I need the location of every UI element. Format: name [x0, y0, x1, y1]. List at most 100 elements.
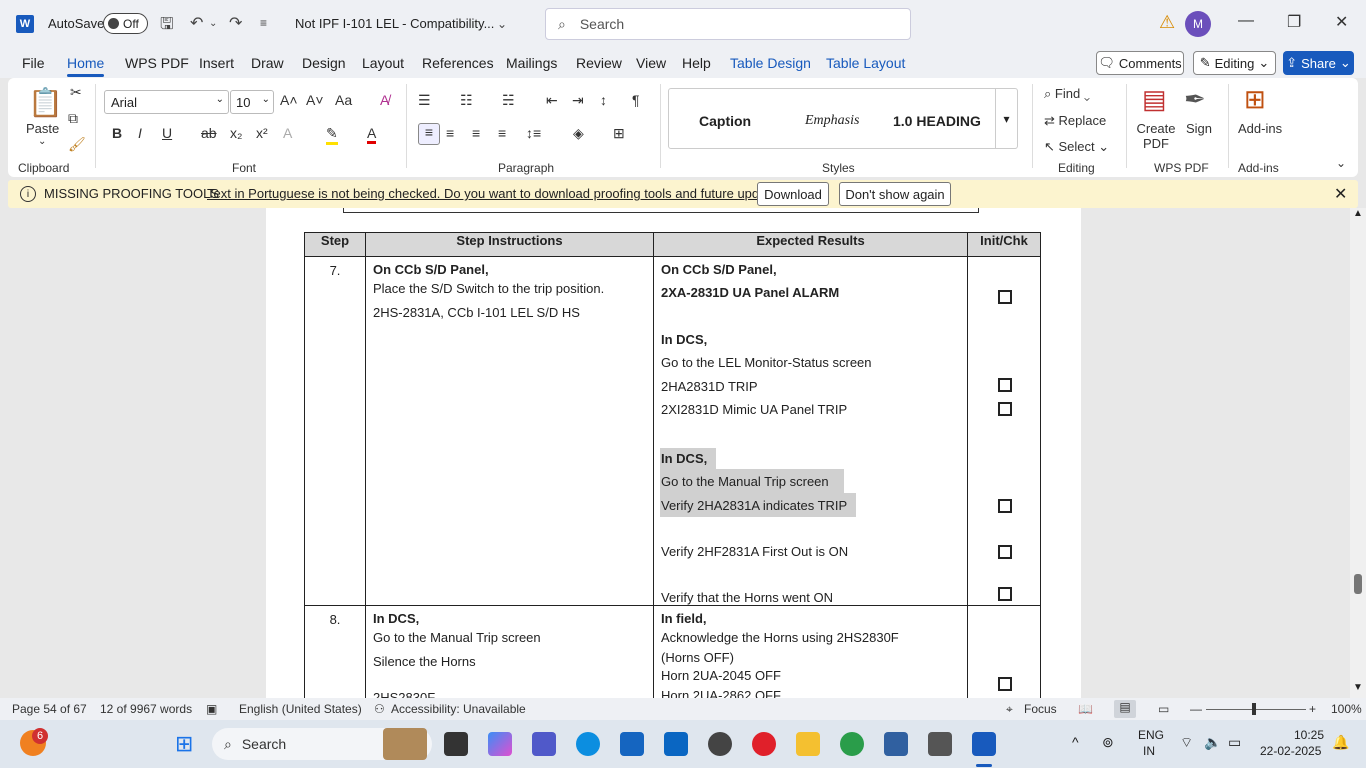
focus-icon[interactable]: ⌖: [1006, 702, 1013, 717]
network-app-icon[interactable]: ⊚: [1102, 734, 1114, 751]
word-taskbar-icon[interactable]: [972, 732, 996, 756]
font-color-icon[interactable]: A: [367, 125, 377, 144]
decrease-indent-icon[interactable]: ⇤: [546, 92, 558, 109]
justify-icon[interactable]: ≡: [498, 125, 506, 141]
instructions-cell[interactable]: In DCS, Go to the Manual Trip screen Sil…: [365, 605, 654, 698]
scroll-down-icon[interactable]: ▼: [1353, 682, 1363, 693]
tab-home[interactable]: Home: [67, 55, 105, 77]
increase-indent-icon[interactable]: ⇥: [572, 92, 584, 109]
page-count[interactable]: Page 54 of 67: [12, 702, 87, 716]
start-icon[interactable]: ⊞: [175, 731, 193, 757]
font-name-field[interactable]: Arial ⌄: [104, 90, 229, 114]
find-button[interactable]: ⌕ Find ⌄: [1044, 86, 1090, 102]
align-left-icon[interactable]: ≡: [418, 123, 440, 145]
cut-icon[interactable]: ✂: [70, 84, 82, 101]
expected-results-cell[interactable]: On CCb S/D Panel, 2XA-2831D UA Panel ALA…: [653, 256, 968, 606]
tab-wps-pdf[interactable]: WPS PDF: [125, 55, 189, 71]
grow-font-icon[interactable]: A˄: [280, 92, 298, 108]
tab-mailings[interactable]: Mailings: [506, 55, 557, 71]
redo-icon[interactable]: ↷: [229, 13, 242, 33]
init-chk-cell[interactable]: [967, 605, 1041, 698]
customize-toolbar-icon[interactable]: ≡: [260, 16, 267, 30]
font-size-field[interactable]: 10 ⌄: [230, 90, 274, 114]
line-spacing-icon[interactable]: ↕≡: [526, 125, 541, 141]
bold-icon[interactable]: B: [112, 125, 122, 141]
change-case-icon[interactable]: Aa: [335, 92, 352, 108]
highlight-icon[interactable]: ✎: [326, 125, 338, 145]
checkbox-icon[interactable]: [998, 677, 1012, 691]
zoom-out-icon[interactable]: —: [1190, 702, 1202, 716]
clear-formatting-icon[interactable]: A̸: [380, 92, 389, 108]
checkbox-icon[interactable]: [998, 499, 1012, 513]
replace-button[interactable]: ⇄ Replace: [1044, 113, 1106, 129]
autosave-toggle[interactable]: Off: [103, 13, 148, 34]
battery-icon[interactable]: ▭: [1228, 734, 1241, 751]
document-title[interactable]: Not IPF I-101 LEL - Compatibility...: [295, 16, 494, 31]
add-ins-button[interactable]: Add-ins: [1238, 121, 1282, 136]
task-view-icon[interactable]: [444, 732, 468, 756]
numbering-icon[interactable]: ☷: [460, 92, 473, 109]
checkbox-icon[interactable]: [998, 290, 1012, 304]
checkbox-icon[interactable]: [998, 587, 1012, 601]
sort-icon[interactable]: ↕: [600, 92, 607, 108]
copilot-icon[interactable]: [488, 732, 512, 756]
read-mode-icon[interactable]: 📖: [1078, 702, 1093, 716]
teams-icon[interactable]: [532, 732, 556, 756]
scroll-up-icon[interactable]: ▲: [1353, 208, 1363, 219]
shading-icon[interactable]: ◈: [573, 125, 584, 142]
share-button[interactable]: ⇪ Share ⌄: [1283, 51, 1354, 75]
style-caption[interactable]: Caption: [699, 113, 751, 129]
strikethrough-icon[interactable]: ab: [201, 125, 217, 141]
show-marks-icon[interactable]: ¶: [632, 92, 640, 108]
chrome-icon[interactable]: [840, 732, 864, 756]
opera-icon[interactable]: [752, 732, 776, 756]
undo-dropdown-icon[interactable]: ⌄: [209, 18, 217, 29]
language-indicator[interactable]: ENG: [1138, 728, 1164, 742]
test-steps-table[interactable]: Step Step Instructions Expected Results …: [304, 232, 1041, 698]
print-layout-icon[interactable]: ▤: [1114, 700, 1136, 718]
tray-overflow-icon[interactable]: ^: [1072, 734, 1079, 750]
zoom-slider-thumb[interactable]: [1252, 703, 1256, 715]
init-chk-cell[interactable]: [967, 256, 1041, 606]
language-status[interactable]: English (United States): [239, 702, 362, 716]
proofing-icon[interactable]: ▣: [206, 702, 217, 716]
tab-table-design[interactable]: Table Design: [730, 55, 811, 71]
search-highlight-icon[interactable]: [383, 728, 427, 760]
create-pdf-button[interactable]: Create PDF: [1136, 121, 1176, 151]
underline-icon[interactable]: U: [162, 125, 172, 141]
word-count[interactable]: 12 of 9967 words: [100, 702, 192, 716]
clock-time[interactable]: 10:25: [1294, 728, 1324, 742]
instructions-cell[interactable]: On CCb S/D Panel, Place the S/D Switch t…: [365, 256, 654, 606]
tab-draw[interactable]: Draw: [251, 55, 284, 71]
close-icon[interactable]: ✕: [1335, 12, 1348, 32]
notification-message-link[interactable]: Text in Portuguese is not being checked.…: [207, 186, 791, 201]
app-icon-3[interactable]: [928, 732, 952, 756]
focus-button[interactable]: Focus: [1024, 702, 1057, 716]
comments-button[interactable]: 🗨 Comments: [1096, 51, 1184, 75]
italic-icon[interactable]: I: [138, 125, 142, 141]
tab-insert[interactable]: Insert: [199, 55, 234, 71]
warning-icon[interactable]: ⚠: [1159, 12, 1175, 33]
zoom-slider[interactable]: [1206, 709, 1306, 710]
expected-results-cell[interactable]: In field, Acknowledge the Horns using 2H…: [653, 605, 968, 698]
undo-icon[interactable]: ↶: [190, 13, 203, 33]
clock-date[interactable]: 22-02-2025: [1260, 744, 1321, 758]
wifi-icon[interactable]: ⌔: [1180, 734, 1193, 752]
tab-review[interactable]: Review: [576, 55, 622, 71]
format-painter-icon[interactable]: 🖌: [68, 136, 86, 153]
styles-gallery[interactable]: Caption Emphasis 1.0 HEADING ▾: [668, 88, 1018, 149]
select-button[interactable]: ↖ Select ⌄: [1044, 139, 1109, 155]
style-emphasis[interactable]: Emphasis: [805, 113, 859, 129]
checkbox-icon[interactable]: [998, 378, 1012, 392]
tab-layout[interactable]: Layout: [362, 55, 404, 71]
collapse-ribbon-icon[interactable]: ⌄: [1336, 156, 1346, 170]
styles-more-icon[interactable]: ▾: [995, 89, 1017, 148]
tab-view[interactable]: View: [636, 55, 666, 71]
create-pdf-icon[interactable]: ▤: [1142, 84, 1167, 115]
title-chevron-icon[interactable]: ⌄: [497, 17, 507, 31]
maximize-icon[interactable]: ❐: [1287, 12, 1301, 32]
paste-dropdown-icon[interactable]: ⌄: [38, 136, 46, 147]
tab-references[interactable]: References: [422, 55, 494, 71]
web-layout-icon[interactable]: ▭: [1158, 702, 1169, 716]
multilevel-list-icon[interactable]: ☵: [502, 92, 515, 109]
